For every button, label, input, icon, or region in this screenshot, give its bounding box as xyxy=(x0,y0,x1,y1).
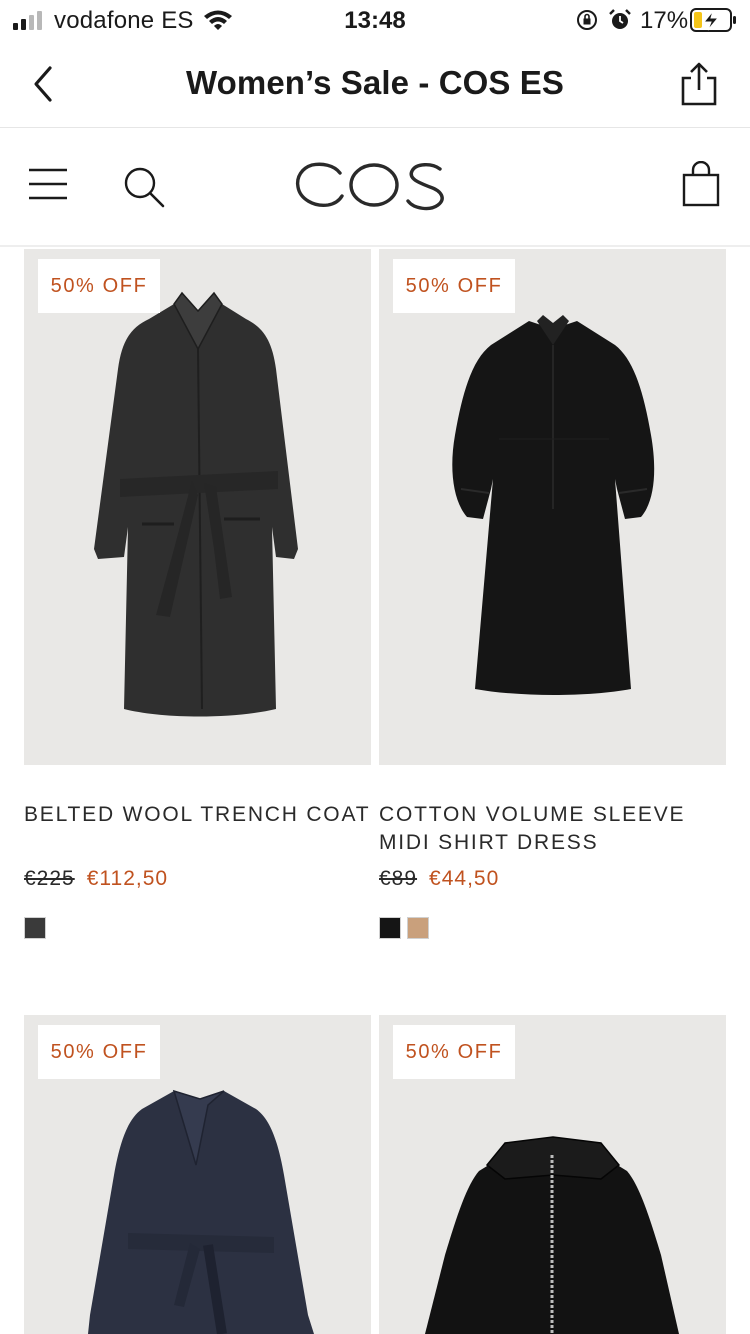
search-icon[interactable] xyxy=(122,165,166,209)
original-price: €225 xyxy=(24,867,75,890)
cos-logo[interactable] xyxy=(292,159,452,217)
alarm-icon xyxy=(609,9,631,29)
site-header xyxy=(0,129,750,247)
original-price: €89 xyxy=(379,867,418,890)
color-swatch-beige[interactable] xyxy=(407,917,429,939)
product-image[interactable]: 50% OFF xyxy=(24,249,371,765)
product-image[interactable]: 50% OFF xyxy=(24,1015,371,1334)
color-swatches xyxy=(24,917,46,939)
battery-charging-icon xyxy=(690,8,736,32)
product-image[interactable]: 50% OFF xyxy=(379,249,726,765)
orientation-lock-icon xyxy=(577,10,597,30)
hamburger-menu-icon[interactable] xyxy=(28,167,68,201)
price-row: €89 €44,50 xyxy=(379,867,499,891)
trench-coat-image xyxy=(94,291,298,717)
product-name[interactable]: COTTON VOLUME SLEEVE MIDI SHIRT DRESS xyxy=(379,801,726,857)
shirt-dress-image xyxy=(452,315,655,695)
shopping-bag-icon[interactable] xyxy=(682,161,720,207)
product-image[interactable]: 50% OFF xyxy=(379,1015,726,1334)
sale-price: €112,50 xyxy=(86,867,169,890)
product-name[interactable]: BELTED WOOL TRENCH COAT xyxy=(24,801,371,829)
color-swatch-black[interactable] xyxy=(379,917,401,939)
share-icon[interactable] xyxy=(676,60,722,108)
discount-badge: 50% OFF xyxy=(393,259,515,313)
status-bar: vodafone ES 13:48 17% xyxy=(0,0,750,40)
discount-badge: 50% OFF xyxy=(38,1025,160,1079)
color-swatch-charcoal[interactable] xyxy=(24,917,46,939)
status-time: 13:48 xyxy=(344,7,406,34)
navigation-bar: Women’s Sale - COS ES xyxy=(0,40,750,128)
price-row: €225 €112,50 xyxy=(24,867,168,891)
discount-badge: 50% OFF xyxy=(38,259,160,313)
battery-percent: 17% xyxy=(640,7,689,34)
color-swatches xyxy=(379,917,429,939)
discount-badge: 50% OFF xyxy=(393,1025,515,1079)
sale-price: €44,50 xyxy=(429,867,500,890)
page-title: Women’s Sale - COS ES xyxy=(185,64,565,101)
